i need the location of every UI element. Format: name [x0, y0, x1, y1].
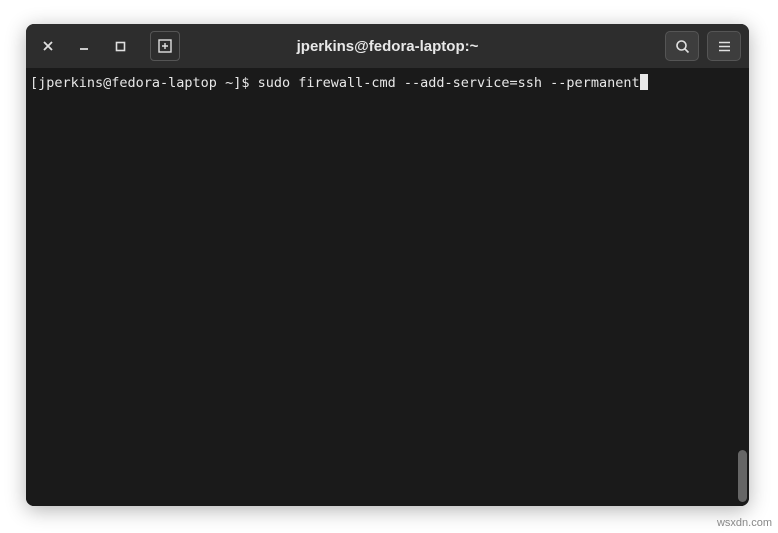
- minimize-button[interactable]: [70, 32, 98, 60]
- prompt: [jperkins@fedora-laptop ~]$: [30, 75, 258, 91]
- new-tab-icon: [157, 38, 173, 54]
- minimize-icon: [78, 40, 90, 52]
- maximize-icon: [115, 41, 126, 52]
- watermark: wsxdn.com: [717, 517, 772, 529]
- close-icon: [42, 40, 54, 52]
- menu-button[interactable]: [707, 31, 741, 61]
- new-tab-button[interactable]: [150, 31, 180, 61]
- search-button[interactable]: [665, 31, 699, 61]
- scrollbar[interactable]: [738, 450, 747, 502]
- window-controls-left: [34, 31, 180, 61]
- search-icon: [675, 39, 690, 54]
- window-controls-right: [665, 31, 741, 61]
- cursor: [640, 74, 648, 90]
- titlebar: jperkins@fedora-laptop:~: [26, 24, 749, 68]
- window-title: jperkins@fedora-laptop:~: [297, 38, 479, 55]
- maximize-button[interactable]: [106, 32, 134, 60]
- terminal-window: jperkins@fedora-laptop:~ [jperkins@fedor…: [26, 24, 749, 506]
- close-button[interactable]: [34, 32, 62, 60]
- terminal-body[interactable]: [jperkins@fedora-laptop ~]$ sudo firewal…: [26, 68, 749, 506]
- terminal-line: [jperkins@fedora-laptop ~]$ sudo firewal…: [30, 74, 745, 92]
- command-text: sudo firewall-cmd --add-service=ssh --pe…: [258, 75, 640, 91]
- hamburger-icon: [717, 39, 732, 54]
